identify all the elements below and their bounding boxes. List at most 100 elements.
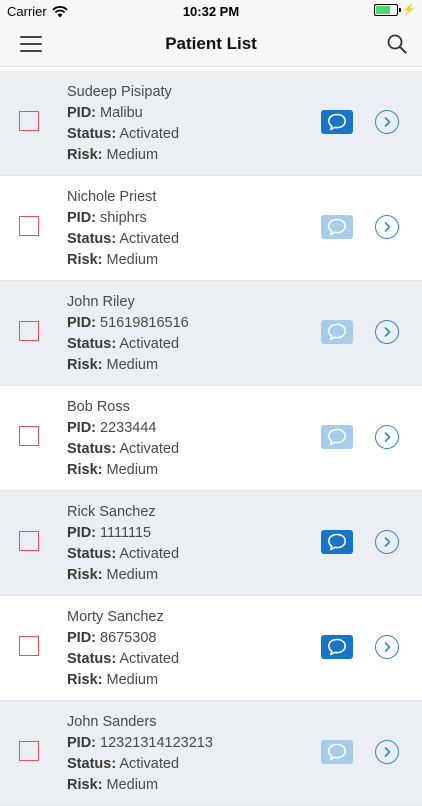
- patient-pid: 51619816516: [100, 315, 189, 331]
- patient-pid-line: PID: 51619816516: [67, 313, 189, 334]
- select-checkbox[interactable]: [19, 636, 39, 656]
- chevron-right-icon: [384, 117, 391, 127]
- patient-risk: Medium: [106, 567, 159, 583]
- chevron-right-icon: [384, 642, 391, 652]
- patient-pid-line: PID: shiphrs: [67, 208, 179, 229]
- select-checkbox[interactable]: [19, 426, 39, 446]
- risk-label: Risk:: [67, 147, 103, 163]
- patient-row[interactable]: John Riley PID: 51619816516 Status: Acti…: [0, 281, 422, 386]
- select-checkbox[interactable]: [19, 111, 39, 131]
- battery-icon: [374, 3, 402, 16]
- nav-bar: Patient List: [0, 22, 422, 67]
- patient-name: Morty Sanchez: [67, 609, 164, 625]
- patient-status: Activated: [119, 126, 180, 142]
- open-patient-button[interactable]: [375, 110, 399, 134]
- patient-pid-line: PID: 12321314123213: [67, 733, 213, 754]
- status-label: Status:: [67, 651, 117, 667]
- patient-risk-line: Risk: Medium: [67, 565, 179, 586]
- chat-button[interactable]: [321, 635, 353, 659]
- select-checkbox[interactable]: [19, 741, 39, 761]
- patient-name: Sudeep Pisipaty: [67, 84, 172, 100]
- patient-info: Rick Sanchez PID: 1111115 Status: Activa…: [67, 502, 179, 586]
- patient-pid: Malibu: [100, 105, 143, 121]
- risk-label: Risk:: [67, 252, 103, 268]
- patient-risk-line: Risk: Medium: [67, 355, 189, 376]
- pid-label: PID:: [67, 315, 96, 331]
- select-checkbox[interactable]: [19, 321, 39, 341]
- patient-list: Sudeep Pisipaty PID: Malibu Status: Acti…: [0, 71, 422, 806]
- patient-status-line: Status: Activated: [67, 334, 189, 355]
- patient-row[interactable]: Rick Sanchez PID: 1111115 Status: Activa…: [0, 491, 422, 596]
- open-patient-button[interactable]: [375, 320, 399, 344]
- status-bar-right: ⚡: [374, 3, 416, 16]
- patient-status: Activated: [119, 336, 180, 352]
- patient-status-line: Status: Activated: [67, 754, 213, 775]
- patient-risk-line: Risk: Medium: [67, 775, 213, 796]
- status-bar: Carrier 10:32 PM ⚡: [0, 0, 422, 22]
- chevron-right-icon: [384, 747, 391, 757]
- patient-risk: Medium: [106, 777, 159, 793]
- patient-pid: 12321314123213: [100, 735, 213, 751]
- patient-pid: shiphrs: [100, 210, 147, 226]
- open-patient-button[interactable]: [375, 740, 399, 764]
- status-label: Status:: [67, 126, 117, 142]
- chevron-right-icon: [384, 432, 391, 442]
- patient-risk-line: Risk: Medium: [67, 670, 179, 691]
- patient-status: Activated: [119, 231, 180, 247]
- patient-risk: Medium: [106, 357, 159, 373]
- chat-bubble-icon: [328, 218, 346, 236]
- chat-button[interactable]: [321, 110, 353, 134]
- patient-name: John Sanders: [67, 714, 157, 730]
- chat-button[interactable]: [321, 215, 353, 239]
- page-title: Patient List: [165, 34, 257, 53]
- select-checkbox[interactable]: [19, 531, 39, 551]
- charging-icon: ⚡: [402, 4, 416, 16]
- chat-bubble-icon: [328, 323, 346, 341]
- patient-status-line: Status: Activated: [67, 439, 179, 460]
- patient-status-line: Status: Activated: [67, 124, 179, 145]
- patient-status: Activated: [119, 546, 180, 562]
- open-patient-button[interactable]: [375, 425, 399, 449]
- patient-risk-line: Risk: Medium: [67, 460, 179, 481]
- search-icon: [387, 34, 407, 54]
- open-patient-button[interactable]: [375, 635, 399, 659]
- risk-label: Risk:: [67, 777, 103, 793]
- chat-button[interactable]: [321, 740, 353, 764]
- patient-risk-line: Risk: Medium: [67, 145, 179, 166]
- status-label: Status:: [67, 546, 117, 562]
- status-label: Status:: [67, 336, 117, 352]
- open-patient-button[interactable]: [375, 215, 399, 239]
- patient-info: Sudeep Pisipaty PID: Malibu Status: Acti…: [67, 82, 179, 166]
- patient-risk-line: Risk: Medium: [67, 250, 179, 271]
- risk-label: Risk:: [67, 672, 103, 688]
- chat-button[interactable]: [321, 320, 353, 344]
- patient-row[interactable]: Sudeep Pisipaty PID: Malibu Status: Acti…: [0, 71, 422, 176]
- chat-bubble-icon: [328, 638, 346, 656]
- patient-name: Nichole Priest: [67, 189, 157, 205]
- select-checkbox[interactable]: [19, 216, 39, 236]
- pid-label: PID:: [67, 210, 96, 226]
- open-patient-button[interactable]: [375, 530, 399, 554]
- patient-risk: Medium: [106, 672, 159, 688]
- chat-bubble-icon: [328, 428, 346, 446]
- patient-status: Activated: [119, 756, 180, 772]
- pid-label: PID:: [67, 525, 96, 541]
- patient-info: Nichole Priest PID: shiphrs Status: Acti…: [67, 187, 179, 271]
- patient-pid: 1111115: [100, 525, 152, 541]
- patient-row[interactable]: Bob Ross PID: 2233444 Status: Activated …: [0, 386, 422, 491]
- chat-bubble-icon: [328, 743, 346, 761]
- chat-button[interactable]: [321, 530, 353, 554]
- patient-info: John Riley PID: 51619816516 Status: Acti…: [67, 292, 189, 376]
- patient-pid-line: PID: Malibu: [67, 103, 179, 124]
- status-label: Status:: [67, 231, 117, 247]
- patient-risk: Medium: [106, 252, 159, 268]
- pid-label: PID:: [67, 105, 96, 121]
- patient-row[interactable]: John Sanders PID: 12321314123213 Status:…: [0, 701, 422, 806]
- chat-button[interactable]: [321, 425, 353, 449]
- search-button[interactable]: [386, 33, 408, 55]
- patient-name: John Riley: [67, 294, 135, 310]
- chat-bubble-icon: [328, 533, 346, 551]
- patient-row[interactable]: Nichole Priest PID: shiphrs Status: Acti…: [0, 176, 422, 281]
- patient-name: Bob Ross: [67, 399, 130, 415]
- patient-row[interactable]: Morty Sanchez PID: 8675308 Status: Activ…: [0, 596, 422, 701]
